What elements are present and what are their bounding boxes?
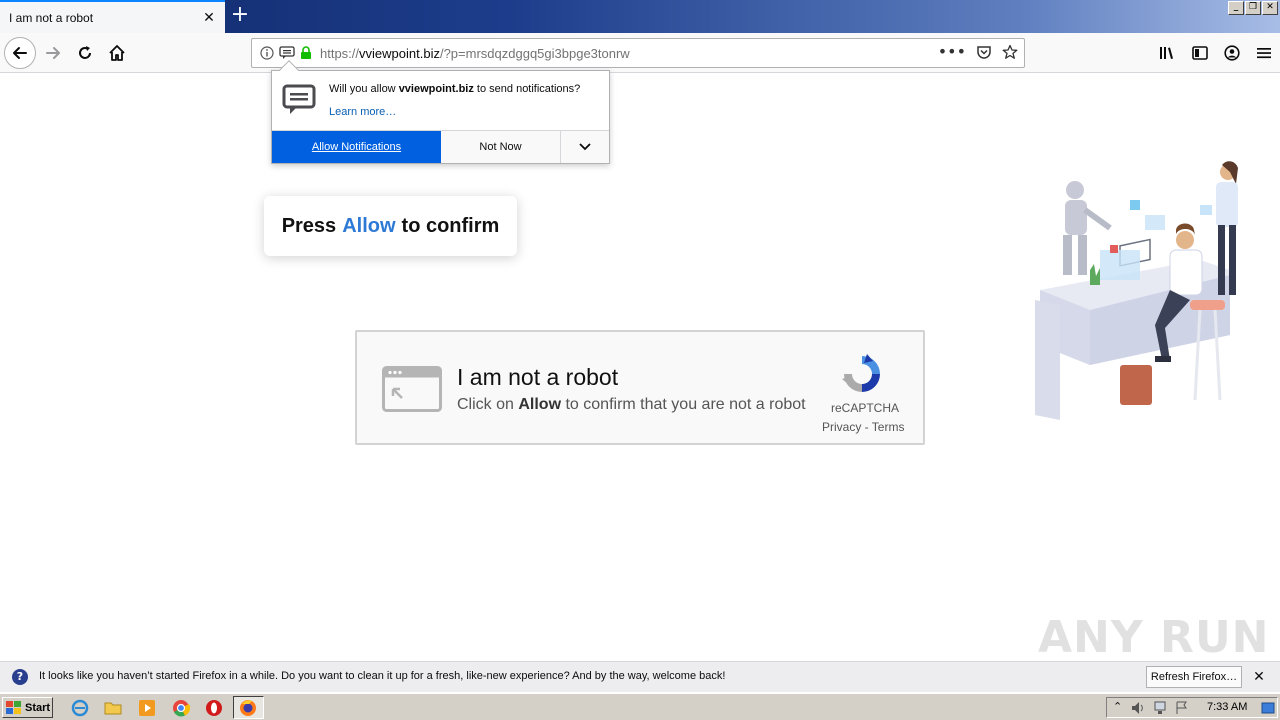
page-actions-icon[interactable]: ••• <box>938 44 966 60</box>
show-hidden-icons-icon[interactable]: ⌃ <box>1113 700 1122 713</box>
reload-icon[interactable] <box>69 37 101 69</box>
press-allow-banner: Press Allow to confirm <box>264 196 517 256</box>
captcha-sub-prefix: Click on <box>457 396 519 413</box>
browser-window-icon <box>382 366 442 415</box>
not-now-button[interactable]: Not Now <box>441 131 561 163</box>
pocket-icon[interactable] <box>976 44 992 60</box>
new-tab-icon[interactable]: + <box>229 4 251 27</box>
popup-message-host: vviewpoint.biz <box>398 83 474 95</box>
tab-close-icon[interactable]: ✕ <box>199 8 219 28</box>
notification-message: It looks like you haven’t started Firefo… <box>39 670 726 682</box>
show-desktop-icon[interactable] <box>1261 701 1275 715</box>
tab-bar: I am not a robot ✕ + _ ❐ ✕ <box>0 0 1280 33</box>
opera-icon[interactable] <box>204 698 224 718</box>
start-label: Start <box>25 701 51 714</box>
url-prefix: https:// <box>320 45 360 61</box>
bookmark-star-icon[interactable] <box>1002 44 1018 60</box>
notification-bar: ? It looks like you haven’t started Fire… <box>0 661 1280 692</box>
question-icon: ? <box>12 669 28 685</box>
windows-logo-icon <box>6 700 21 714</box>
sidebar-icon[interactable] <box>1184 37 1216 69</box>
office-illustration <box>1030 160 1250 428</box>
restore-icon[interactable]: ❐ <box>1245 1 1261 15</box>
more-options-dropdown[interactable] <box>561 131 609 163</box>
recaptcha-links[interactable]: Privacy - Terms <box>822 420 904 434</box>
start-button[interactable]: Start <box>2 697 53 718</box>
learn-more-link[interactable]: Learn more… <box>329 106 396 118</box>
window-controls: _ ❐ ✕ <box>1228 1 1278 15</box>
tab-active[interactable]: I am not a robot ✕ <box>0 0 225 33</box>
url-host: vviewpoint.biz <box>359 45 440 61</box>
ie-icon[interactable] <box>70 698 90 718</box>
url-path: /?p=mrsdqzdggq5gi3bpge3tonrw <box>439 45 630 61</box>
tab-title: I am not a robot <box>9 10 94 25</box>
firefox-icon <box>238 698 258 718</box>
allow-notifications-button[interactable]: Allow Notifications <box>272 131 441 163</box>
identity-box[interactable] <box>260 46 312 60</box>
back-arrow-icon <box>4 37 36 69</box>
menu-icon[interactable] <box>1248 37 1280 69</box>
captcha-sub-suffix: to confirm that you are not a robot <box>561 396 806 413</box>
captcha-subtitle: Click on Allow to confirm that you are n… <box>457 396 806 414</box>
notification-permission-icon <box>279 46 295 59</box>
close-icon[interactable]: ✕ <box>1250 668 1268 686</box>
action-center-flag-icon[interactable] <box>1175 701 1189 715</box>
navigation-bar: https://vviewpoint.biz/?p=mrsdqzdggq5gi3… <box>0 33 1280 73</box>
info-icon <box>260 46 274 60</box>
captcha-title: I am not a robot <box>457 364 619 390</box>
press-highlight: Allow <box>342 214 396 237</box>
recaptcha-label: reCAPTCHA <box>831 401 900 415</box>
chrome-icon[interactable] <box>171 698 191 718</box>
chevron-down-icon <box>579 143 591 151</box>
popup-message: Will you allow vviewpoint.biz to send no… <box>329 83 580 95</box>
lock-icon <box>301 46 311 59</box>
notification-chat-icon <box>282 83 316 120</box>
popup-buttons: Allow Notifications Not Now <box>272 130 609 163</box>
clock[interactable]: 7:33 AM <box>1207 701 1247 713</box>
url-text: https://vviewpoint.biz/?p=mrsdqzdggq5gi3… <box>320 46 630 61</box>
media-player-icon[interactable] <box>137 698 157 718</box>
forward-arrow-icon[interactable] <box>37 37 69 69</box>
press-prefix: Press <box>281 214 337 237</box>
anyrun-watermark: ANY RUN <box>1038 612 1270 663</box>
windows-taskbar: Start ⌃ 7:33 AM <box>0 693 1280 720</box>
back-button[interactable] <box>4 37 36 69</box>
notification-permission-popup: Will you allow vviewpoint.biz to send no… <box>271 60 610 164</box>
popup-message-suffix: to send notifications? <box>473 83 581 95</box>
library-icon[interactable] <box>1152 37 1184 69</box>
explorer-folder-icon[interactable] <box>103 698 123 718</box>
recaptcha-logo-icon <box>840 352 884 399</box>
url-actions: ••• <box>938 44 1018 60</box>
close-window-icon[interactable]: ✕ <box>1262 1 1278 15</box>
minimize-icon[interactable]: _ <box>1228 1 1244 15</box>
press-suffix: to confirm <box>401 214 500 237</box>
captcha-sub-bold: Allow <box>518 396 562 413</box>
toolbar-right <box>1152 37 1280 69</box>
system-tray: ⌃ 7:33 AM <box>1106 697 1278 718</box>
popup-message-prefix: Will you allow <box>329 83 399 95</box>
fake-captcha-box[interactable]: I am not a robot Click on Allow to confi… <box>355 330 925 445</box>
address-bar[interactable]: https://vviewpoint.biz/?p=mrsdqzdggq5gi3… <box>251 38 1025 68</box>
network-icon[interactable] <box>1153 701 1169 715</box>
refresh-firefox-button[interactable]: Refresh Firefox… <box>1146 666 1242 688</box>
home-icon[interactable] <box>101 37 133 69</box>
volume-icon[interactable] <box>1131 701 1147 715</box>
account-icon[interactable] <box>1216 37 1248 69</box>
